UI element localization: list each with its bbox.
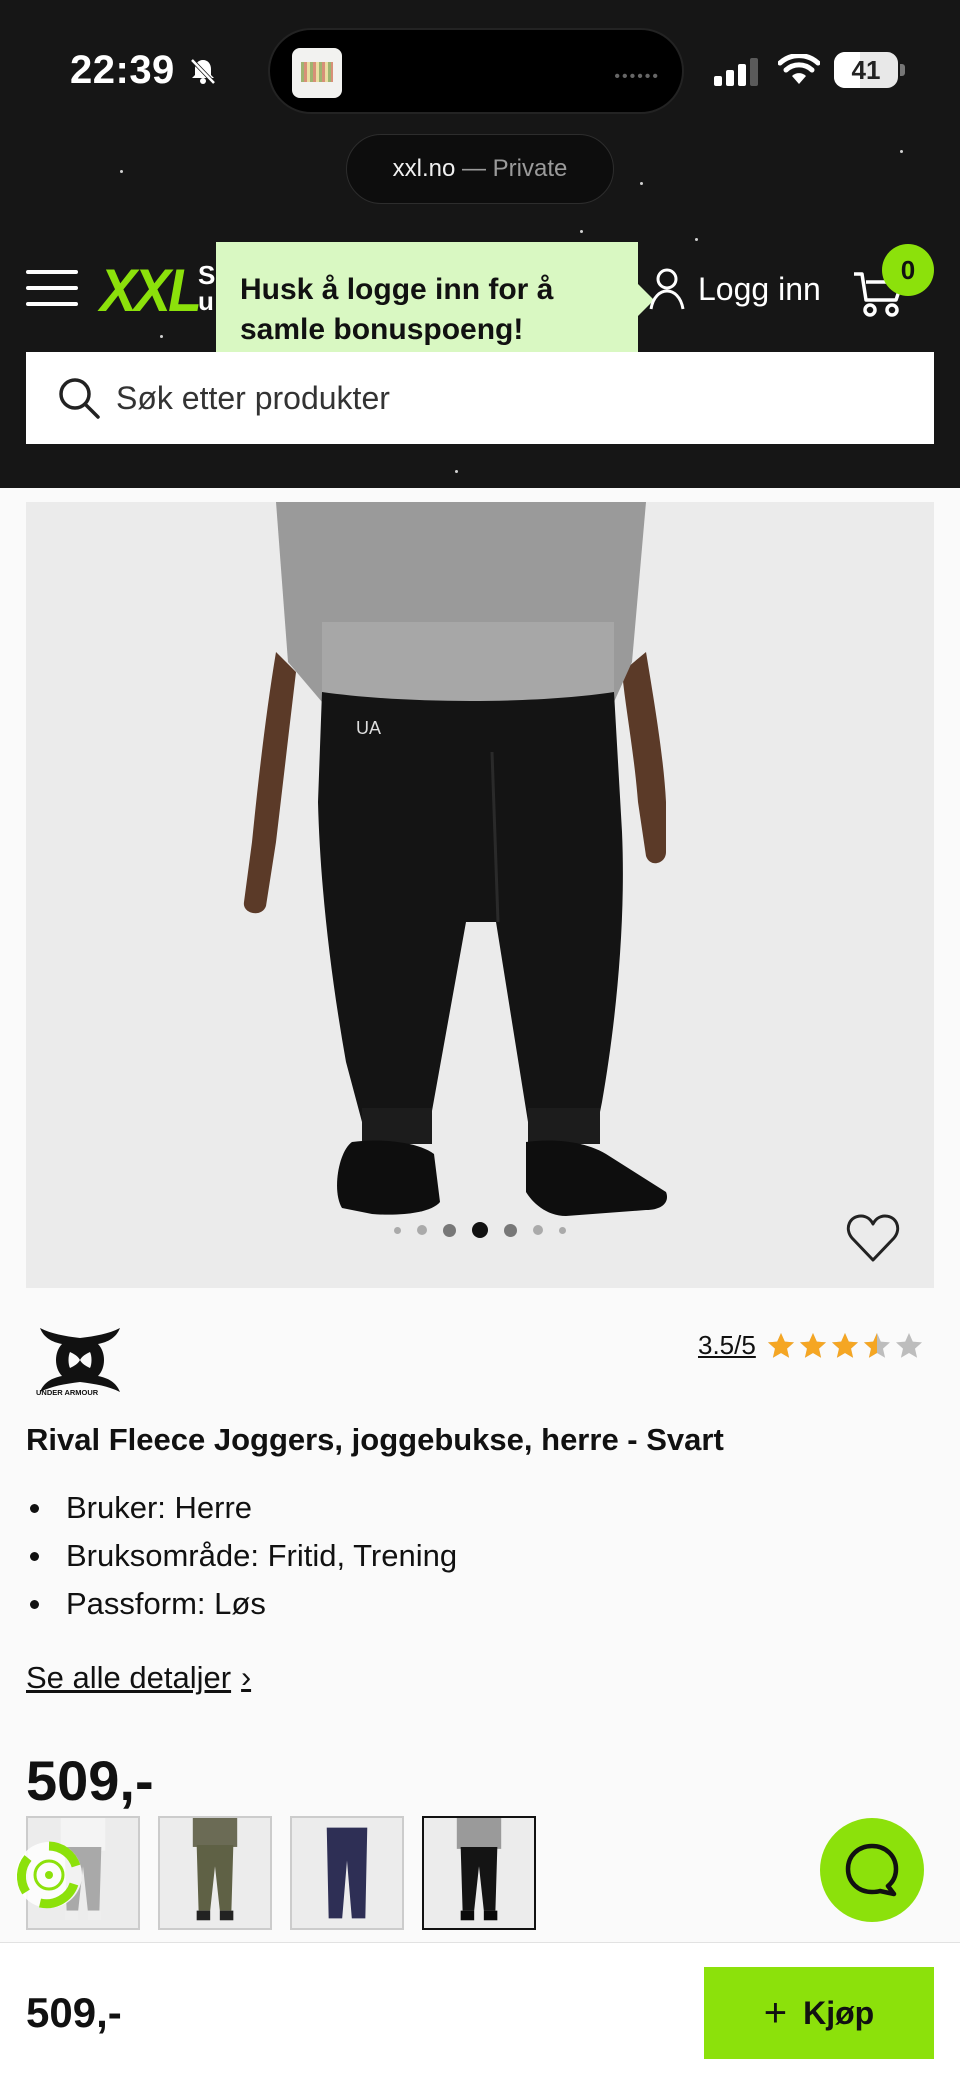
sticky-price: 509,- (26, 1989, 122, 2036)
product-feature-list: Bruker: Herre Bruksområde: Fritid, Treni… (26, 1484, 457, 1628)
battery-indicator: 41 (834, 52, 906, 88)
carousel-dot[interactable] (443, 1223, 456, 1237)
bell-muted-icon (190, 58, 216, 85)
wifi-icon (778, 54, 820, 84)
search-bar[interactable] (26, 352, 934, 444)
color-variant-selector (26, 1816, 536, 1930)
carousel-dot[interactable] (533, 1225, 543, 1235)
product-title: Rival Fleece Joggers, joggebukse, herre … (26, 1422, 724, 1457)
login-button[interactable]: Logg inn (648, 264, 821, 314)
sticky-buy-bar: 509,- + Kjøp (0, 1942, 960, 2086)
product-photo: UA (26, 502, 934, 1288)
carousel-dot[interactable] (559, 1226, 566, 1234)
feature-item: Bruksområde: Fritid, Trening (26, 1532, 457, 1580)
user-icon (649, 268, 685, 310)
buy-label: Kjøp (803, 1994, 875, 2031)
hamburger-menu-icon[interactable] (26, 268, 80, 308)
star-icon (767, 1332, 794, 1358)
heart-icon[interactable] (846, 1214, 900, 1264)
search-input[interactable] (116, 379, 876, 417)
recycle-icon[interactable] (14, 1840, 84, 1910)
cellular-signal-icon (714, 58, 758, 86)
now-playing-thumbnail (292, 48, 342, 98)
under-armour-logo[interactable]: UNDER ARMOUR (34, 1324, 126, 1396)
details-link-label: Se alle detaljer (26, 1660, 232, 1695)
address-bar[interactable]: xxl.no — Private (346, 134, 614, 204)
star-icon (799, 1332, 826, 1358)
product-price: 509,- (26, 1749, 154, 1812)
feature-item: Passform: Løs (26, 1580, 457, 1628)
status-time: 22:39 (70, 48, 175, 92)
see-all-details-link[interactable]: Se alle detaljer › (26, 1660, 251, 1696)
star-icon (895, 1332, 922, 1358)
variant-swatch-olive[interactable] (158, 1816, 272, 1930)
variant-swatch-navy[interactable] (290, 1816, 404, 1930)
star-icon (863, 1332, 890, 1358)
logo-tagline-partial: Su (198, 260, 216, 316)
variant-swatch-black[interactable] (422, 1816, 536, 1930)
url-host: xxl.no (392, 155, 456, 182)
carousel-dot[interactable] (504, 1223, 517, 1237)
activity-dots-icon: •••••• (614, 68, 660, 85)
rating-text[interactable]: 3.5/5 (698, 1330, 756, 1361)
feature-item: Bruker: Herre (26, 1484, 457, 1532)
carousel-dot[interactable] (417, 1225, 427, 1235)
dynamic-island: •••••• (268, 28, 684, 114)
rating-stars (766, 1331, 924, 1361)
plus-icon: + (763, 1990, 788, 2035)
product-rating[interactable]: 3.5/5 (698, 1330, 924, 1361)
svg-text:UA: UA (356, 718, 381, 738)
chat-bubble-icon (845, 1843, 899, 1897)
chat-button[interactable] (820, 1818, 924, 1922)
carousel-dot[interactable] (394, 1226, 401, 1234)
xxl-logo[interactable]: XXL (100, 256, 202, 325)
login-label: Logg inn (698, 270, 821, 307)
chevron-right-icon: › (241, 1661, 252, 1694)
private-mode-label: — Private (455, 155, 568, 182)
carousel-dot[interactable] (472, 1222, 488, 1238)
brand-name: UNDER ARMOUR (36, 1388, 99, 1396)
battery-percent: 41 (851, 55, 881, 85)
cart-count-badge: 0 (882, 244, 934, 296)
search-icon (59, 378, 100, 419)
carousel-indicator[interactable] (26, 1222, 934, 1238)
product-image-carousel[interactable]: UA (26, 502, 934, 1288)
star-icon (831, 1332, 858, 1358)
buy-button[interactable]: + Kjøp (704, 1967, 934, 2059)
site-header: 22:39 •••••• 41 xxl.no — Private XXL Su … (0, 0, 960, 488)
